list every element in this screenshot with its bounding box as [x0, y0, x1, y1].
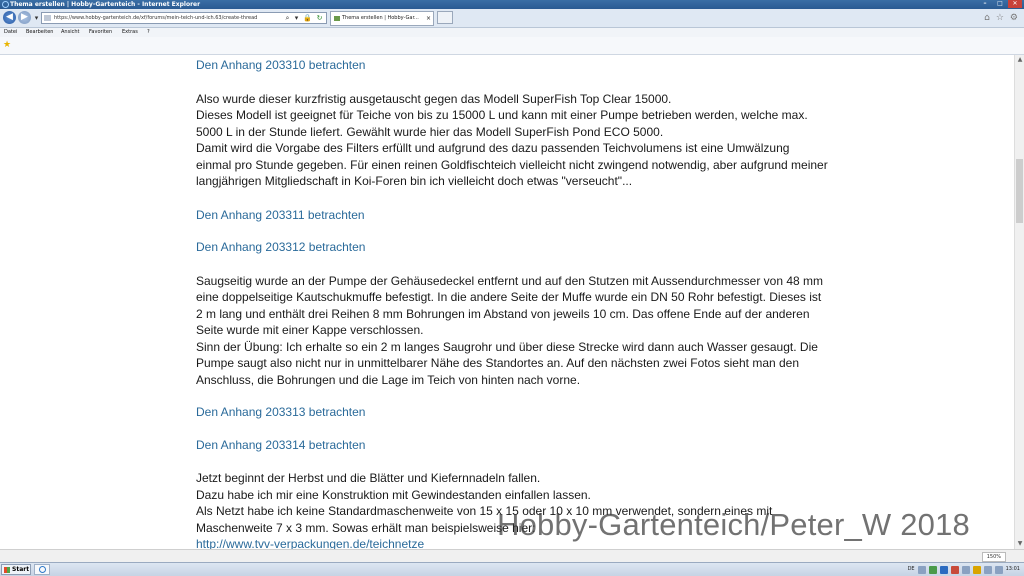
watermark: Hobby-Gartenteich/Peter_W 2018 [497, 507, 970, 542]
window-controls: – □ ✕ [978, 0, 1022, 8]
favorites-bar: ★ [0, 37, 1024, 55]
maximize-icon[interactable]: □ [993, 0, 1007, 8]
start-label: Start [12, 566, 30, 573]
windows-flag-icon [4, 567, 10, 573]
new-tab-button[interactable] [437, 11, 453, 24]
menu-item-ansicht[interactable]: Ansicht [61, 28, 79, 37]
minimize-icon[interactable]: – [978, 0, 992, 8]
paragraph: Sinn der Übung: Ich erhalte so ein 2 m l… [196, 339, 818, 387]
search-icon[interactable]: ⌕ [283, 12, 292, 24]
volume-icon[interactable] [994, 565, 1003, 574]
system-tray: DE 13:01 [908, 565, 1020, 574]
paragraph: Dazu habe ich mir eine Konstruktion mit … [196, 487, 591, 502]
history-dropdown-icon[interactable]: ▾ [32, 12, 41, 24]
page-content: Den Anhang 203310 betrachten Also wurde … [0, 55, 1014, 549]
clock[interactable]: 13:01 [1006, 565, 1020, 574]
favorites-add-icon[interactable]: ★ [3, 40, 11, 50]
menu-item-help[interactable]: ? [147, 28, 150, 37]
attachment-link[interactable]: Den Anhang 203313 betrachten [196, 405, 365, 419]
window-title-bar: Thema erstellen | Hobby-Gartenteich - In… [0, 0, 1024, 9]
paragraph: Damit wird die Vorgabe des Filters erfül… [196, 141, 828, 188]
paragraph: Jetzt beginnt der Herbst und die Blätter… [196, 471, 541, 485]
navigation-bar: ◀ ▶ ▾ https://www.hobby-gartenteich.de/x… [0, 9, 1024, 28]
close-icon[interactable]: ✕ [1008, 0, 1022, 8]
ie-icon [39, 566, 46, 573]
attachment-link[interactable]: Den Anhang 203312 betrachten [196, 240, 365, 254]
refresh-icon[interactable]: ↻ [315, 12, 324, 24]
forward-button[interactable]: ▶ [18, 11, 31, 24]
attachment-link[interactable]: Den Anhang 203310 betrachten [196, 58, 365, 72]
zoom-level[interactable]: 150% [981, 552, 1006, 562]
tab-thema-erstellen[interactable]: Thema erstellen | Hobby-Gar... × [330, 11, 434, 26]
scroll-thumb[interactable] [1016, 159, 1023, 223]
tray-icon[interactable] [972, 565, 981, 574]
back-button[interactable]: ◀ [3, 11, 16, 24]
status-bar: 150% [0, 549, 1024, 562]
taskbar: Start DE 13:01 [0, 562, 1024, 576]
attachment-link[interactable]: Den Anhang 203314 betrachten [196, 438, 365, 452]
taskbar-item-ie[interactable] [34, 564, 50, 575]
paragraph: Also wurde dieser kurzfristig ausgetausc… [196, 91, 672, 106]
favorites-star-icon[interactable]: ☆ [996, 12, 1004, 24]
scroll-down-icon[interactable]: ▼ [1015, 539, 1024, 549]
post-body[interactable]: Den Anhang 203310 betrachten Also wurde … [196, 55, 828, 549]
language-indicator[interactable]: DE [908, 565, 915, 574]
home-icon[interactable]: ⌂ [984, 12, 990, 24]
vertical-scrollbar[interactable]: ▲ ▼ [1014, 55, 1024, 549]
settings-gear-icon[interactable]: ⚙ [1010, 12, 1018, 24]
tab-label: Thema erstellen | Hobby-Gar... [342, 15, 419, 21]
tray-icon[interactable] [917, 565, 926, 574]
lock-icon[interactable]: 🔒 [303, 12, 312, 24]
paragraph: Saugseitig wurde an der Pumpe der Gehäus… [196, 273, 824, 338]
page-icon [44, 15, 51, 21]
paragraph: Dieses Modell ist geeignet für Teiche vo… [196, 108, 808, 139]
tab-close-icon[interactable]: × [426, 12, 431, 25]
window-title: Thema erstellen | Hobby-Gartenteich - In… [10, 1, 201, 8]
menu-item-favoriten[interactable]: Favoriten [89, 28, 112, 37]
dropdown-icon[interactable]: ▾ [292, 12, 301, 24]
tray-icon[interactable] [961, 565, 970, 574]
favicon-icon [334, 16, 340, 21]
menu-item-datei[interactable]: Datei [4, 28, 17, 37]
network-icon[interactable] [983, 565, 992, 574]
scroll-up-icon[interactable]: ▲ [1015, 55, 1024, 65]
menu-item-extras[interactable]: Extras [122, 28, 138, 37]
address-url: https://www.hobby-gartenteich.de/xf/foru… [54, 15, 258, 21]
tray-icon[interactable] [928, 565, 937, 574]
ie-logo-icon [2, 1, 9, 8]
tray-icon[interactable] [950, 565, 959, 574]
menu-bar: Datei Bearbeiten Ansicht Favoriten Extra… [0, 28, 1024, 37]
menu-item-bearbeiten[interactable]: Bearbeiten [26, 28, 53, 37]
start-button[interactable]: Start [1, 564, 31, 575]
toolbar-icons: ⌂ ☆ ⚙ [984, 12, 1018, 24]
attachment-link[interactable]: Den Anhang 203311 betrachten [196, 208, 365, 222]
tray-icon[interactable] [939, 565, 948, 574]
external-link[interactable]: http://www.tvv-verpackungen.de/teichnetz… [196, 537, 424, 549]
